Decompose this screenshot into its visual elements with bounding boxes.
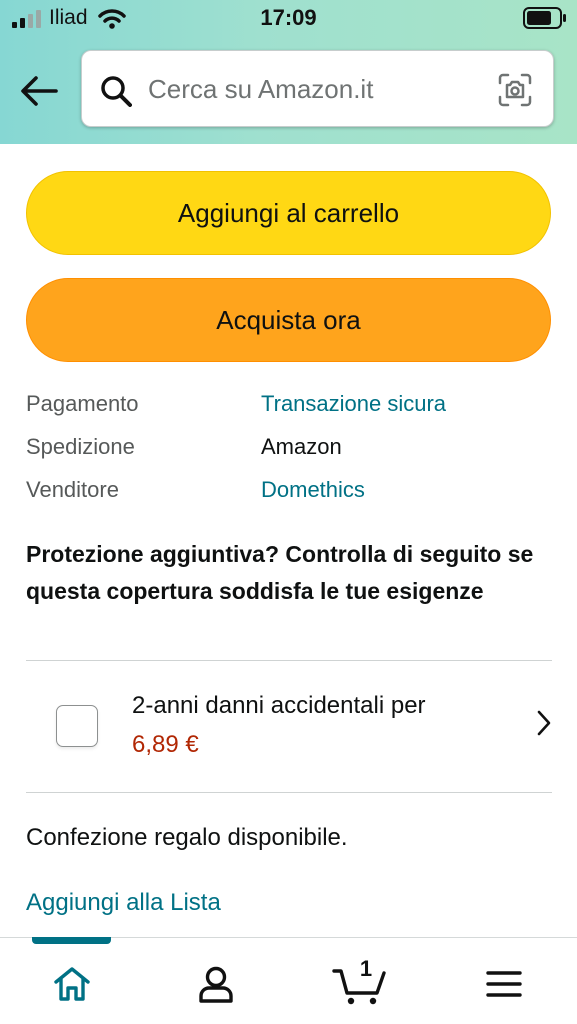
divider (26, 792, 552, 793)
seller-link[interactable]: Domethics (261, 477, 365, 503)
protection-title: Protezione aggiuntiva? Controlla di segu… (26, 541, 534, 604)
payment-row: Pagamento Transazione sicura (26, 391, 551, 421)
bottom-tab-bar: 1 (0, 937, 577, 1024)
divider (26, 660, 552, 661)
shipping-row: Spedizione Amazon (26, 434, 551, 464)
hamburger-menu-icon (486, 971, 522, 997)
protection-option-text: 2-anni danni accidentali per (132, 692, 426, 719)
buy-now-button[interactable]: Acquista ora (26, 278, 551, 362)
battery-icon (523, 7, 566, 29)
status-bar: Iliad 17:09 (0, 0, 577, 38)
search-bar[interactable] (81, 50, 554, 127)
payment-label: Pagamento (26, 391, 139, 416)
seller-label: Venditore (26, 477, 119, 502)
protection-checkbox[interactable] (56, 705, 98, 747)
home-icon (54, 967, 90, 1001)
back-arrow-icon[interactable] (18, 72, 60, 110)
search-icon (101, 76, 132, 107)
search-input[interactable] (148, 67, 478, 111)
cart-count-badge: 1 (359, 956, 373, 981)
tab-cart[interactable]: 1 (330, 956, 390, 1012)
user-icon (199, 966, 233, 1003)
tab-home[interactable] (42, 956, 102, 1012)
active-tab-indicator (32, 937, 111, 944)
app-header: Iliad 17:09 (0, 0, 577, 144)
seller-row: Venditore Domethics (26, 477, 551, 507)
add-to-list-link[interactable]: Aggiungi alla Lista (26, 889, 221, 917)
shipping-value: Amazon (261, 434, 342, 459)
shipping-label: Spedizione (26, 434, 135, 459)
payment-link[interactable]: Transazione sicura (261, 391, 446, 417)
add-to-cart-button[interactable]: Aggiungi al carrello (26, 171, 551, 255)
gift-wrap-text: Confezione regalo disponibile. (26, 824, 348, 851)
protection-plan-option[interactable]: 2-anni danni accidentali per 6,89 € (26, 662, 552, 792)
protection-option-price: 6,89 € (132, 731, 199, 758)
chevron-right-icon[interactable] (536, 709, 552, 737)
tab-profile[interactable] (186, 956, 246, 1012)
camera-search-icon[interactable] (497, 72, 533, 108)
status-time: 17:09 (260, 5, 317, 30)
tab-menu[interactable] (474, 956, 534, 1012)
